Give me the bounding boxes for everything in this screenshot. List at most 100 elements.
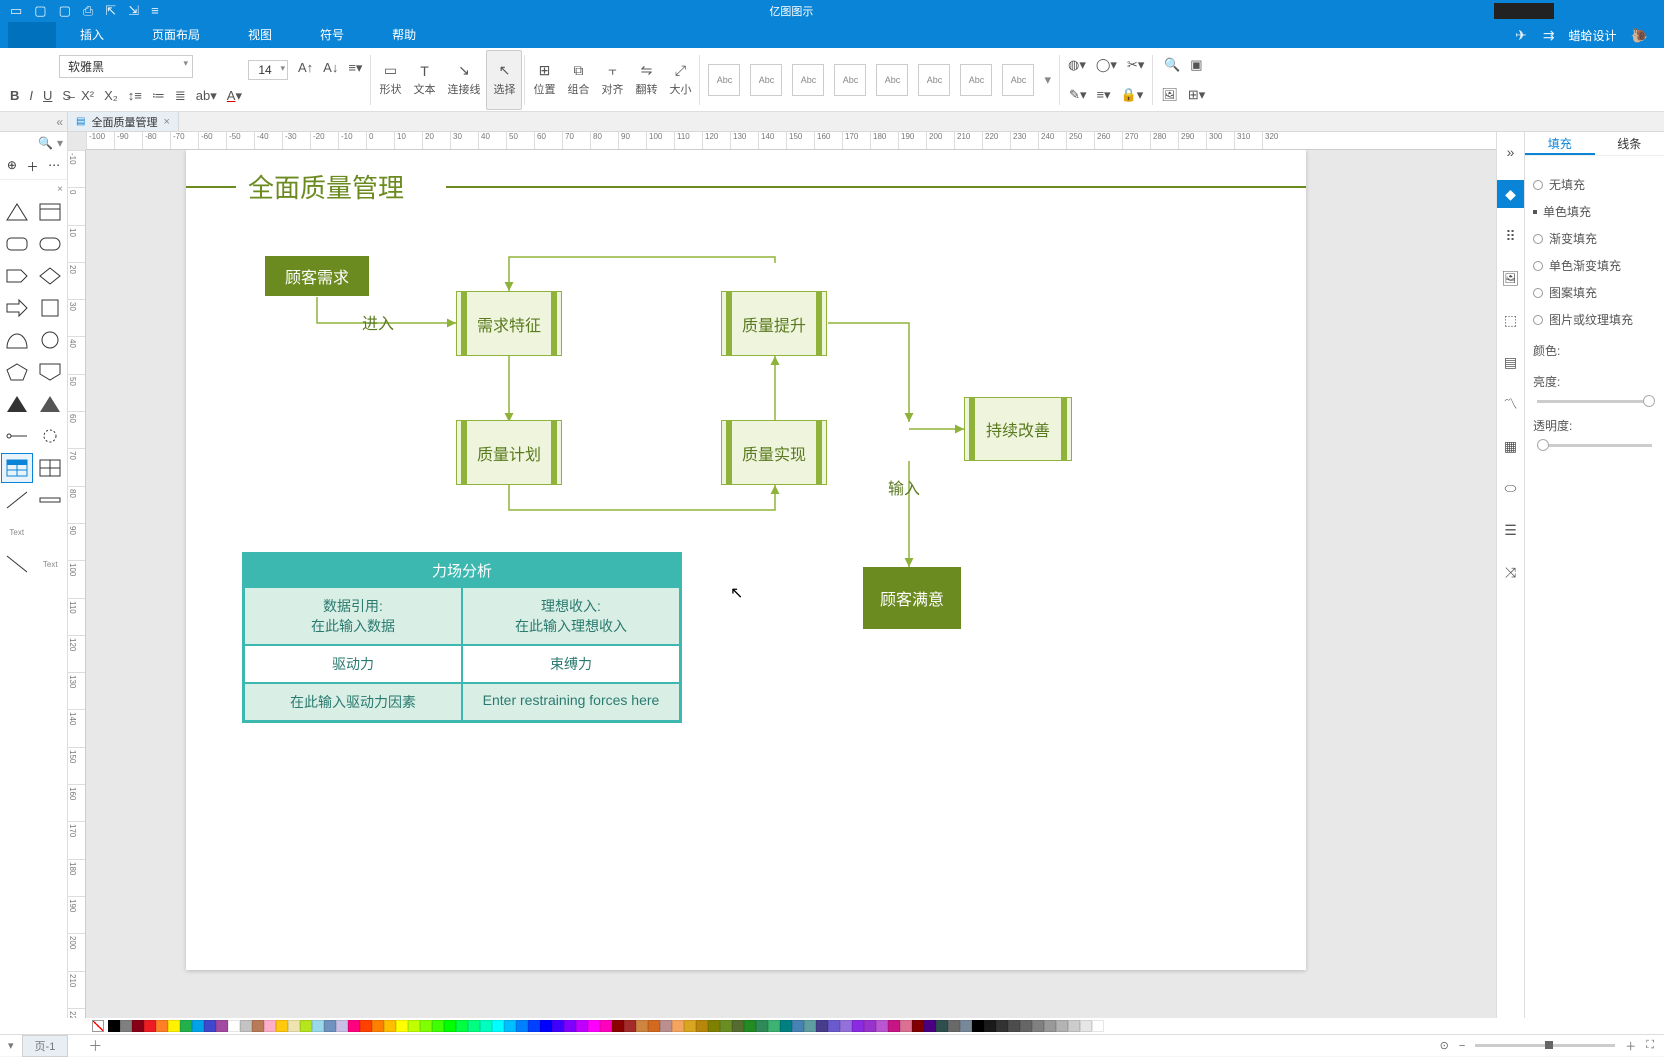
- ftable-drive-input[interactable]: 在此输入驱动力因素: [244, 683, 462, 721]
- shape-line[interactable]: [2, 486, 32, 514]
- color-swatch[interactable]: [924, 1020, 936, 1032]
- color-swatch[interactable]: [132, 1020, 144, 1032]
- color-swatch[interactable]: [612, 1020, 624, 1032]
- tray-layers-icon[interactable]: ⬚: [1497, 306, 1525, 334]
- crop-icon[interactable]: ✂▾: [1127, 57, 1144, 73]
- color-swatch[interactable]: [732, 1020, 744, 1032]
- color-swatch[interactable]: [852, 1020, 864, 1032]
- style-2[interactable]: Abc: [750, 64, 782, 96]
- opacity-slider[interactable]: [1537, 444, 1652, 447]
- share-icon[interactable]: ⇉: [1535, 27, 1563, 44]
- nofill-swatch[interactable]: [92, 1020, 104, 1032]
- new-icon[interactable]: ▭: [10, 3, 22, 19]
- fill-pattern-option[interactable]: 图案填充: [1533, 284, 1656, 301]
- close-tab-icon[interactable]: ×: [163, 116, 169, 128]
- color-swatch[interactable]: [504, 1020, 516, 1032]
- color-swatch[interactable]: [444, 1020, 456, 1032]
- send-icon[interactable]: ✈: [1507, 27, 1535, 44]
- color-swatch[interactable]: [912, 1020, 924, 1032]
- color-swatch[interactable]: [336, 1020, 348, 1032]
- font-family-select[interactable]: 软雅黑: [59, 55, 193, 78]
- tray-fill-icon[interactable]: ◆: [1497, 180, 1525, 208]
- tray-random-icon[interactable]: ⤨: [1497, 558, 1525, 586]
- style-more-icon[interactable]: ▾: [1044, 72, 1051, 88]
- tray-image-icon[interactable]: 🖼: [1497, 264, 1525, 292]
- shape-circle[interactable]: [36, 326, 66, 354]
- shape-roundrect[interactable]: [2, 230, 32, 258]
- color-swatch[interactable]: [492, 1020, 504, 1032]
- underline-icon[interactable]: U: [43, 88, 52, 104]
- shape-text2[interactable]: Text: [36, 550, 66, 578]
- color-swatch[interactable]: [324, 1020, 336, 1032]
- color-swatch[interactable]: [1080, 1020, 1092, 1032]
- color-swatch[interactable]: [804, 1020, 816, 1032]
- shape-empty[interactable]: [36, 518, 66, 546]
- save-icon[interactable]: ▢: [59, 3, 71, 19]
- color-swatch[interactable]: [588, 1020, 600, 1032]
- fill-dropdown-icon[interactable]: ◍▾: [1068, 57, 1086, 73]
- search-icon[interactable]: 🔍: [1164, 57, 1180, 73]
- prop-tab-line[interactable]: 线条: [1595, 132, 1664, 155]
- color-swatch[interactable]: [636, 1020, 648, 1032]
- superscript-icon[interactable]: X²: [81, 88, 94, 104]
- ftable-ideal[interactable]: 理想收入: 在此输入理想收入: [462, 587, 680, 645]
- color-swatch[interactable]: [312, 1020, 324, 1032]
- user-avatar-icon[interactable]: 🐌: [1623, 27, 1656, 44]
- collapse-left-icon[interactable]: «: [56, 115, 63, 129]
- grow-font-icon[interactable]: A↑: [298, 60, 313, 80]
- color-swatch[interactable]: [888, 1020, 900, 1032]
- connector-tool[interactable]: ↘连接线: [441, 50, 486, 110]
- tray-table-icon[interactable]: ▦: [1497, 432, 1525, 460]
- force-field-table[interactable]: 力场分析 数据引用: 在此输入数据 理想收入: 在此输入理想收入 驱动力 束缚力…: [242, 552, 682, 723]
- strike-icon[interactable]: S̶: [62, 88, 71, 104]
- shape-conn1[interactable]: [2, 422, 32, 450]
- color-swatch[interactable]: [936, 1020, 948, 1032]
- shape-tri-fill2[interactable]: [36, 390, 66, 418]
- color-swatch[interactable]: [648, 1020, 660, 1032]
- shape-rect-hdr[interactable]: [36, 198, 66, 226]
- menu-insert[interactable]: 插入: [56, 22, 128, 48]
- color-swatch[interactable]: [960, 1020, 972, 1032]
- fill-gradient-option[interactable]: 渐变填充: [1533, 230, 1656, 247]
- color-swatch[interactable]: [192, 1020, 204, 1032]
- bold-icon[interactable]: B: [10, 88, 19, 104]
- apps-icon[interactable]: ⊞▾: [1188, 87, 1205, 103]
- color-swatch[interactable]: [780, 1020, 792, 1032]
- color-swatch[interactable]: [660, 1020, 672, 1032]
- color-swatch[interactable]: [516, 1020, 528, 1032]
- lib-menu-icon[interactable]: ⋯: [48, 158, 60, 175]
- color-swatch[interactable]: [240, 1020, 252, 1032]
- color-swatch[interactable]: [624, 1020, 636, 1032]
- tray-chart-icon[interactable]: 〽: [1497, 390, 1525, 418]
- import-icon[interactable]: ⇲: [128, 3, 139, 19]
- shape-triangle[interactable]: [2, 198, 32, 226]
- tray-apps-icon[interactable]: ⠿: [1497, 222, 1525, 250]
- color-swatch[interactable]: [216, 1020, 228, 1032]
- page[interactable]: 全面质量管理: [186, 150, 1306, 970]
- menu-view[interactable]: 视图: [224, 22, 296, 48]
- export-icon[interactable]: ⇱: [105, 3, 116, 19]
- color-swatch[interactable]: [720, 1020, 732, 1032]
- color-swatch[interactable]: [420, 1020, 432, 1032]
- outline-dropdown-icon[interactable]: ◯▾: [1096, 57, 1117, 73]
- color-swatch[interactable]: [600, 1020, 612, 1032]
- shape-diamond[interactable]: [36, 262, 66, 290]
- open-icon[interactable]: ▢: [34, 3, 46, 19]
- color-swatch[interactable]: [684, 1020, 696, 1032]
- shape-shield[interactable]: [36, 358, 66, 386]
- shape-arrow-r[interactable]: [2, 294, 32, 322]
- user-label[interactable]: 蜡蛤设计: [1563, 27, 1623, 44]
- shape-square[interactable]: [36, 294, 66, 322]
- shrink-font-icon[interactable]: A↓: [323, 60, 338, 80]
- prop-tab-fill[interactable]: 填充: [1525, 132, 1595, 155]
- shape-semicircle[interactable]: [2, 326, 32, 354]
- expand-tray-icon[interactable]: »: [1497, 138, 1525, 166]
- menu-help[interactable]: 帮助: [368, 22, 440, 48]
- italic-icon[interactable]: I: [29, 88, 33, 104]
- line-style-icon[interactable]: ≡▾: [1096, 87, 1110, 103]
- color-swatch[interactable]: [276, 1020, 288, 1032]
- color-swatch[interactable]: [156, 1020, 168, 1032]
- fill-none-option[interactable]: 无填充: [1533, 176, 1656, 193]
- add-lib-icon[interactable]: ⊕: [7, 158, 17, 175]
- tray-shape-icon[interactable]: ⬭: [1497, 474, 1525, 502]
